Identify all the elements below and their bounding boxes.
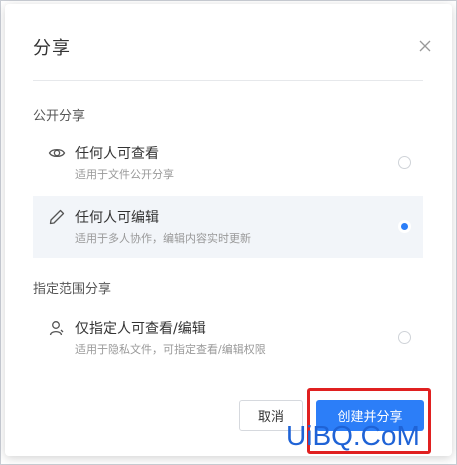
radio-anyone-edit[interactable] bbox=[398, 220, 411, 233]
watermark: UiBQ.CoM bbox=[286, 420, 420, 451]
option-title: 任何人可查看 bbox=[75, 146, 159, 162]
option-description: 适用于多人协作，编辑内容实时更新 bbox=[75, 232, 251, 245]
option-specified-people[interactable]: 仅指定人可查看/编辑 适用于隐私文件，可指定查看/编辑权限 bbox=[33, 307, 423, 369]
eye-icon bbox=[48, 148, 66, 158]
section-label-restricted: 指定范围分享 bbox=[33, 282, 112, 297]
section-label-public: 公开分享 bbox=[33, 109, 86, 124]
share-dialog: 分享 公开分享 任何人可查看 适用于文件公开分享 任何人可编辑 适用于多人协作，… bbox=[5, 4, 452, 456]
dialog-title: 分享 bbox=[33, 38, 71, 59]
option-anyone-edit[interactable]: 任何人可编辑 适用于多人协作，编辑内容实时更新 bbox=[33, 196, 423, 258]
option-description: 适用于文件公开分享 bbox=[75, 168, 174, 181]
title-divider bbox=[33, 80, 423, 81]
user-icon bbox=[49, 321, 64, 336]
close-icon[interactable] bbox=[418, 39, 432, 53]
radio-anyone-view[interactable] bbox=[398, 156, 411, 169]
pencil-icon bbox=[49, 209, 65, 225]
option-title: 仅指定人可查看/编辑 bbox=[75, 321, 206, 337]
option-anyone-view[interactable]: 任何人可查看 适用于文件公开分享 bbox=[33, 132, 423, 194]
option-description: 适用于隐私文件，可指定查看/编辑权限 bbox=[75, 343, 266, 356]
option-title: 任何人可编辑 bbox=[75, 210, 159, 226]
radio-specified-people[interactable] bbox=[398, 331, 411, 344]
